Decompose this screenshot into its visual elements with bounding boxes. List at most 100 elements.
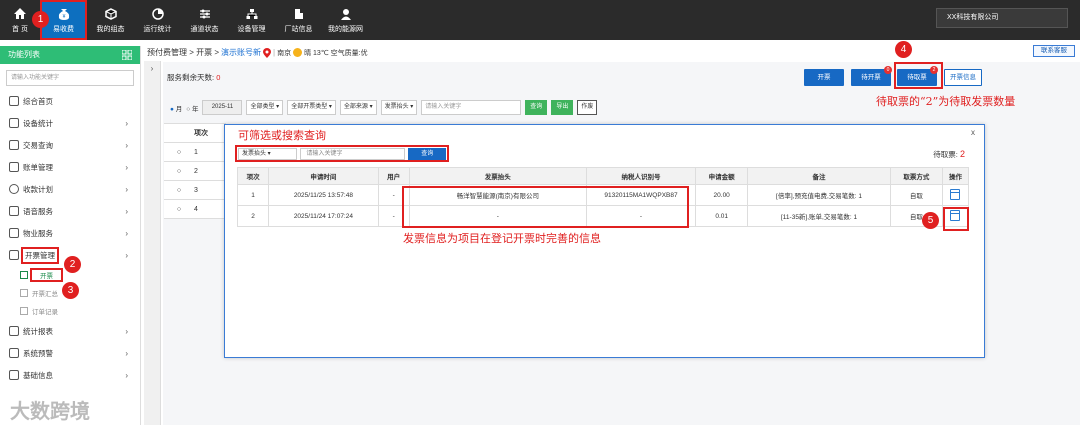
keyword-input[interactable]: 请输入关键字 xyxy=(421,100,522,115)
company-dropdown[interactable]: XX科技有限公司 xyxy=(936,8,1068,28)
invoice-button[interactable]: 开票 xyxy=(804,69,844,86)
sidebar-item-bill-mgmt[interactable]: 账单管理 › xyxy=(0,156,140,178)
pie-chart-icon xyxy=(151,7,165,21)
col-invoice-title: 发票抬头 xyxy=(408,167,587,185)
sidebar-item-home[interactable]: 综合首页 xyxy=(0,90,140,112)
filter-row: ● 月 ○ 年 2025-11 全部类型 ▾ 全部开票类型 ▾ 全部来源 ▾ 发… xyxy=(170,100,598,115)
cube-icon xyxy=(104,7,118,21)
modal-keyword-input[interactable]: 请输入关键字 xyxy=(300,147,406,160)
sidebar-item-reports[interactable]: 统计报表 › xyxy=(0,320,140,342)
nav-device-mgmt[interactable]: 设备管理 xyxy=(228,0,275,40)
sidebar-item-system-alert[interactable]: 系统预警 › xyxy=(0,342,140,364)
grid-icon[interactable] xyxy=(122,50,132,60)
header-cell: 项次 xyxy=(194,130,208,137)
sidebar-item-property-service[interactable]: 物业服务 › xyxy=(0,222,140,244)
sidebar-item-basic-info[interactable]: 基础信息 › xyxy=(0,364,140,386)
days-left-label: 服务剩余天数: xyxy=(167,73,215,82)
col-index: 项次 xyxy=(236,167,270,185)
source-value: 全部来源 xyxy=(343,104,368,110)
row-index: 1 xyxy=(194,148,198,156)
export-button[interactable]: 导出 xyxy=(551,100,574,115)
chevron-right-icon: › xyxy=(125,162,128,172)
contact-service-button[interactable]: 联系客服 xyxy=(1033,45,1075,57)
background-table: 项次 ○ 1 ○ 2 ○ 3 ○ 4 xyxy=(164,123,226,219)
nav-my-config[interactable]: 我的组态 xyxy=(87,0,134,40)
sidebar-item-device-stats[interactable]: 设备统计 › xyxy=(0,112,140,134)
title-select-value: 发票抬头 xyxy=(384,104,409,110)
user-icon xyxy=(339,7,353,21)
col-tax-id: 纳税人识别号 xyxy=(585,167,697,185)
sidebar-item-label: 交易查询 xyxy=(23,140,53,150)
collapse-bar[interactable]: › xyxy=(144,61,161,425)
nav-run-stats[interactable]: 运行统计 xyxy=(134,0,181,40)
money-bag-icon: ¥ xyxy=(57,7,71,21)
close-icon[interactable]: x xyxy=(971,128,975,137)
row-radio[interactable]: ○ xyxy=(164,149,194,156)
city-label: 南京 xyxy=(277,49,292,57)
report-icon xyxy=(9,326,19,336)
type-select[interactable]: 全部类型 ▾ xyxy=(246,100,284,115)
chevron-right-icon: › xyxy=(125,206,128,216)
nav-label: 设备管理 xyxy=(237,25,266,33)
invoice-type-select[interactable]: 全部开票类型 ▾ xyxy=(287,100,336,115)
year-label: 年 xyxy=(191,105,199,113)
breadcrumb-account-link[interactable]: 演示账号新 xyxy=(221,47,261,58)
source-select[interactable]: 全部来源 ▾ xyxy=(339,100,377,115)
year-radio[interactable]: ○ 年 xyxy=(186,103,198,113)
void-button[interactable]: 作废 xyxy=(577,100,598,115)
invoice-small-icon xyxy=(20,271,28,279)
nav-label: 运行统计 xyxy=(143,25,172,33)
sidebar-search-input[interactable]: 请输入功能关键字 xyxy=(6,70,134,86)
sidebar-item-label: 系统预警 xyxy=(23,348,53,358)
col-pickup-method: 取票方式 xyxy=(889,167,943,185)
row-radio[interactable]: ○ xyxy=(164,168,194,175)
voice-icon xyxy=(9,206,19,216)
row-index: 2 xyxy=(194,167,198,175)
search-doc-icon xyxy=(9,140,19,150)
chevron-right-icon: › xyxy=(125,370,128,380)
col-remark: 备注 xyxy=(747,167,891,185)
row-index: 4 xyxy=(194,205,198,213)
weather-label: 晴 13℃ 空气质量:优 xyxy=(304,49,368,57)
bill-icon xyxy=(9,162,19,172)
title-select[interactable]: 发票抬头 ▾ xyxy=(380,100,418,115)
modal-title-select[interactable]: 发票抬头 ▾ xyxy=(238,147,298,160)
breadcrumb: 预付费管理 > 开票 > 演示账号新 | 南京 晴 13℃ 空气质量:优 xyxy=(147,47,368,58)
invoice-info-annotation: 发票信息为项目在登记开票时完善的信息 xyxy=(403,232,601,245)
modal-pending-count: 待取票: 2 xyxy=(933,149,965,160)
table-row[interactable]: ○ 3 xyxy=(164,181,226,200)
search-button[interactable]: 查询 xyxy=(525,100,548,115)
table-row[interactable]: ○ 2 xyxy=(164,162,226,181)
annotation-marker-4: 4 xyxy=(895,41,912,58)
col-action: 操作 xyxy=(941,167,970,185)
nav-channel-status[interactable]: 通道状态 xyxy=(181,0,228,40)
home-icon xyxy=(13,7,27,21)
chart-icon xyxy=(9,118,19,128)
date-picker[interactable]: 2025-11 xyxy=(202,100,243,115)
pickup-calendar-icon[interactable] xyxy=(950,188,961,200)
invoice-icon xyxy=(9,250,19,260)
table-header-row: 项次 申请时间 用户 发票抬头 纳税人识别号 申请金额 备注 取票方式 操作 xyxy=(236,167,970,185)
chevron-right-icon: › xyxy=(125,250,128,260)
highlight-invoice-info xyxy=(402,186,689,228)
month-radio[interactable]: ● 月 xyxy=(170,103,182,113)
sidebar-item-trade-query[interactable]: 交易查询 › xyxy=(0,134,140,156)
sidebar-subitem-order-records[interactable]: 订单记录 xyxy=(0,302,140,320)
invoice-info-button[interactable]: 开票信息 xyxy=(944,69,982,86)
refresh-icon xyxy=(9,184,19,194)
cell-action xyxy=(941,184,970,206)
nav-my-energy[interactable]: 我的能源网 xyxy=(322,0,369,40)
row-radio[interactable]: ○ xyxy=(164,187,194,194)
table-row[interactable]: ○ 1 xyxy=(164,143,226,162)
sidebar-subitem-label: 开票汇总 xyxy=(32,291,58,298)
table-row[interactable]: ○ 4 xyxy=(164,200,226,219)
type-select-value: 全部类型 xyxy=(250,104,275,110)
highlight-action-icon xyxy=(943,207,969,231)
nav-station-info[interactable]: 厂站信息 xyxy=(275,0,322,40)
sidebar-item-label: 综合首页 xyxy=(23,96,53,106)
modal-search-button[interactable]: 查询 xyxy=(408,147,446,160)
sidebar-item-voice-service[interactable]: 语音服务 › xyxy=(0,200,140,222)
cell-remark: [倍率],预充值电费,交易笔数: 1 xyxy=(747,184,891,206)
sidebar-item-payment-plan[interactable]: 收款计划 › xyxy=(0,178,140,200)
row-radio[interactable]: ○ xyxy=(164,206,194,213)
